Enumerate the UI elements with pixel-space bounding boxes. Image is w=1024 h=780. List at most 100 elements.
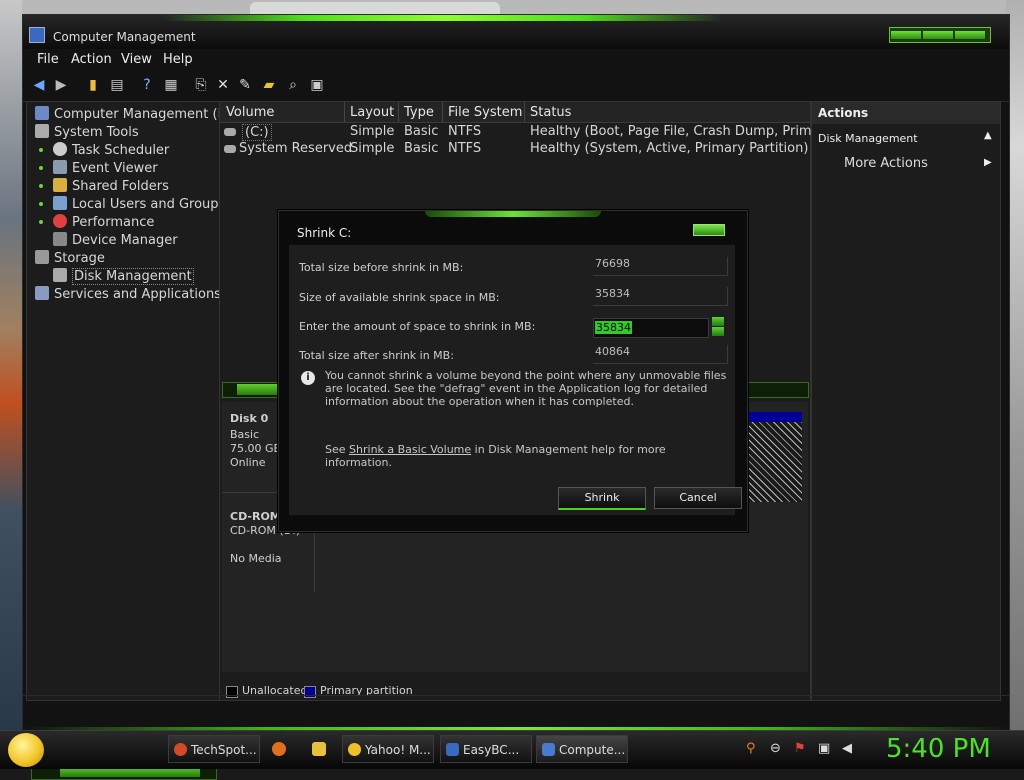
shrink-dialog: Shrink C: Total size before shrink in MB… bbox=[278, 210, 748, 532]
task-computer-management[interactable]: Compute... bbox=[536, 735, 628, 763]
volume-tray-icon[interactable]: ◀ bbox=[842, 741, 852, 756]
dialog-body: Total size before shrink in MB: 76698 Si… bbox=[289, 245, 742, 515]
menu-action[interactable]: Action bbox=[71, 52, 112, 67]
close-button[interactable] bbox=[955, 31, 985, 39]
tools-icon bbox=[35, 124, 49, 138]
back-arrow-icon[interactable]: ◀ bbox=[31, 77, 47, 93]
help-link[interactable]: Shrink a Basic Volume bbox=[349, 443, 471, 456]
tree-shared-folders[interactable]: Shared Folders bbox=[53, 178, 169, 194]
export-icon[interactable]: ⎘ bbox=[193, 77, 209, 93]
delete-icon[interactable]: ✕ bbox=[215, 77, 231, 93]
task-techspot[interactable]: TechSpot... bbox=[168, 735, 260, 763]
actions-disk-management[interactable]: Disk Management bbox=[818, 132, 918, 145]
more-actions[interactable]: More Actions bbox=[844, 156, 928, 171]
actions-title: Actions bbox=[812, 102, 1000, 124]
flag-tray-icon[interactable]: ⚑ bbox=[794, 741, 806, 756]
help-line: See Shrink a Basic Volume in Disk Manage… bbox=[325, 443, 666, 469]
submenu-arrow-icon: ▶ bbox=[984, 157, 992, 168]
computer-icon bbox=[35, 106, 49, 120]
device-manager-icon bbox=[53, 232, 67, 246]
clock[interactable]: 5:40 PM bbox=[886, 734, 991, 764]
window-controls[interactable] bbox=[889, 27, 991, 43]
menu-view[interactable]: View bbox=[121, 52, 152, 67]
menu-file[interactable]: File bbox=[37, 52, 59, 67]
tree-task-scheduler[interactable]: Task Scheduler bbox=[53, 142, 169, 158]
chrome-icon bbox=[174, 743, 187, 756]
show-hide-tree-icon[interactable]: ▤ bbox=[109, 77, 125, 93]
shared-folder-icon bbox=[53, 178, 67, 192]
folder-icon[interactable] bbox=[312, 742, 326, 756]
total-after-value: 40864 bbox=[593, 345, 728, 364]
tree-services[interactable]: Services and Applications bbox=[35, 286, 221, 302]
background-browser-tabbar bbox=[22, 0, 1006, 14]
forward-arrow-icon[interactable]: ▶ bbox=[53, 77, 69, 93]
available-label: Size of available shrink space in MB: bbox=[299, 291, 500, 304]
performance-icon bbox=[53, 214, 67, 228]
available-value: 35834 bbox=[593, 287, 728, 306]
storage-icon bbox=[35, 250, 49, 264]
desktop-background-left bbox=[0, 0, 22, 732]
dialog-close-button[interactable] bbox=[693, 224, 725, 236]
folder-up-icon[interactable]: ▮ bbox=[85, 77, 101, 93]
tree-storage[interactable]: Storage bbox=[35, 250, 105, 266]
cancel-button[interactable]: Cancel bbox=[654, 487, 742, 509]
collapse-icon[interactable]: ▲ bbox=[984, 130, 992, 141]
title-bar[interactable]: Computer Management bbox=[23, 15, 1009, 49]
info-text: You cannot shrink a volume beyond the po… bbox=[325, 369, 727, 408]
menu-bar: File Action View Help bbox=[23, 49, 1009, 71]
total-before-label: Total size before shrink in MB: bbox=[299, 261, 464, 274]
col-type[interactable]: Type bbox=[404, 105, 434, 120]
task-yahoo[interactable]: Yahoo! M... bbox=[342, 735, 434, 763]
col-layout[interactable]: Layout bbox=[350, 105, 394, 120]
help-icon[interactable]: ? bbox=[139, 77, 155, 93]
open-folder-icon[interactable]: ▰ bbox=[261, 77, 277, 93]
dialog-title: Shrink C: bbox=[297, 226, 352, 240]
maximize-button[interactable] bbox=[923, 31, 953, 39]
tree-disk-management[interactable]: Disk Management bbox=[53, 268, 194, 285]
col-file-system[interactable]: File System bbox=[448, 105, 522, 120]
enter-amount-label: Enter the amount of space to shrink in M… bbox=[299, 320, 536, 333]
disk-icon bbox=[53, 268, 67, 282]
computer-management-icon bbox=[542, 743, 555, 756]
toolbar: ◀ ▶ ▮ ▤ ? ▦ ⎘ ✕ ✎ ▰ ⌕ ▣ bbox=[23, 71, 1009, 102]
drive-icon bbox=[224, 145, 236, 153]
spin-up-icon bbox=[712, 317, 724, 326]
status-bar bbox=[23, 695, 1009, 716]
total-before-value: 76698 bbox=[593, 257, 728, 276]
drive-icon bbox=[224, 128, 236, 136]
total-after-label: Total size after shrink in MB: bbox=[299, 349, 454, 362]
info-icon: i bbox=[301, 371, 315, 385]
minimize-button[interactable] bbox=[891, 31, 921, 39]
event-viewer-icon bbox=[53, 160, 67, 174]
volume-list-header: Volume Layout Type File System Status bbox=[220, 102, 810, 123]
window-title: Computer Management bbox=[53, 30, 196, 44]
network-tray-icon[interactable]: ▣ bbox=[818, 741, 830, 756]
start-button[interactable] bbox=[8, 733, 44, 767]
col-status[interactable]: Status bbox=[530, 105, 571, 120]
menu-help[interactable]: Help bbox=[163, 52, 193, 67]
task-easybcd[interactable]: EasyBC... bbox=[440, 735, 532, 763]
shrink-amount-selected-text: 35834 bbox=[595, 321, 632, 334]
services-icon bbox=[35, 286, 49, 300]
spin-down-icon bbox=[712, 327, 724, 336]
search-icon[interactable]: ⌕ bbox=[285, 77, 301, 93]
search-tray-icon[interactable]: ⚲ bbox=[746, 741, 756, 756]
properties-icon[interactable]: ▦ bbox=[163, 77, 179, 93]
minus-tray-icon[interactable]: ⊖ bbox=[770, 741, 781, 756]
computer-management-icon bbox=[29, 27, 45, 43]
tree-device-manager[interactable]: Device Manager bbox=[53, 232, 178, 248]
col-volume[interactable]: Volume bbox=[226, 105, 274, 120]
easybcd-icon bbox=[446, 743, 459, 756]
navigation-tree: Computer Management (Local) System Tools… bbox=[26, 101, 256, 780]
tree-local-users[interactable]: Local Users and Groups bbox=[53, 196, 225, 212]
actions-pane: Actions Disk Management ▲ More Actions ▶ bbox=[811, 101, 1001, 701]
firefox-icon[interactable] bbox=[272, 742, 286, 756]
refresh-icon[interactable]: ▣ bbox=[309, 77, 325, 93]
tree-performance[interactable]: Performance bbox=[53, 214, 154, 230]
settings-icon[interactable]: ✎ bbox=[237, 77, 253, 93]
shrink-button[interactable]: Shrink bbox=[558, 487, 646, 510]
tree-system-tools[interactable]: System Tools bbox=[35, 124, 139, 140]
unallocated-partition[interactable] bbox=[748, 412, 802, 502]
shrink-amount-spinner[interactable] bbox=[712, 317, 724, 337]
tree-event-viewer[interactable]: Event Viewer bbox=[53, 160, 158, 176]
